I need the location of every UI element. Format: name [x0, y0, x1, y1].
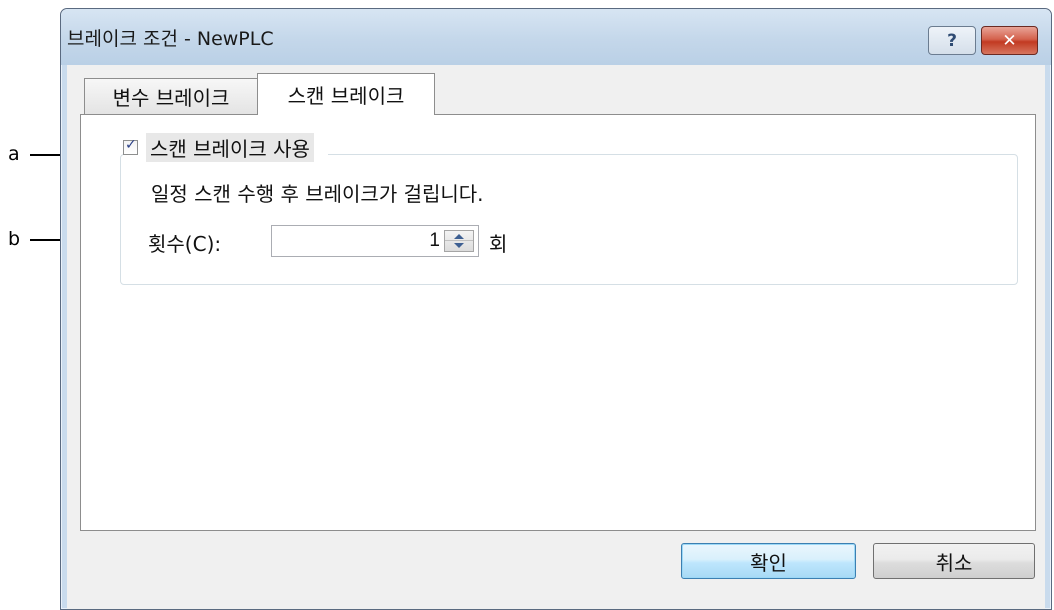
help-icon: ? — [947, 30, 957, 51]
count-stepper[interactable]: 1 — [271, 225, 479, 257]
count-spin-buttons[interactable] — [444, 230, 474, 252]
help-button[interactable]: ? — [928, 26, 976, 55]
count-unit: 회 — [489, 232, 508, 256]
annotation-a: a — [8, 143, 20, 165]
use-scan-break-checkbox[interactable] — [123, 137, 138, 155]
spin-down-icon[interactable] — [445, 241, 473, 251]
tab-scan-break[interactable]: 스캔 브레이크 — [257, 73, 435, 115]
cancel-button-label: 취소 — [935, 550, 973, 575]
ok-button[interactable]: 확인 — [681, 543, 856, 579]
use-scan-break-label[interactable]: 스캔 브레이크 사용 — [146, 132, 314, 162]
annotation-b: b — [8, 228, 21, 250]
title-bar[interactable]: 브레이크 조건 - NewPLC ? ✕ — [61, 9, 1051, 65]
dialog-client-area: 변수 브레이크 스캔 브레이크 스캔 브레이크 사용 일정 스캔 수행 후 브레… — [67, 65, 1045, 609]
count-label: 횟수(C): — [148, 232, 222, 256]
break-condition-dialog: 브레이크 조건 - NewPLC ? ✕ 변수 브레이크 스캔 브레이크 스캔 … — [60, 8, 1052, 610]
close-button[interactable]: ✕ — [981, 26, 1038, 55]
scan-break-group — [120, 154, 1018, 285]
ok-button-label: 확인 — [750, 550, 787, 575]
tab-variable-break[interactable]: 변수 브레이크 — [84, 78, 258, 114]
scan-break-description: 일정 스캔 수행 후 브레이크가 걸립니다. — [151, 182, 484, 206]
count-value[interactable]: 1 — [429, 230, 440, 252]
cancel-button[interactable]: 취소 — [873, 543, 1035, 579]
window-title: 브레이크 조건 - NewPLC — [67, 28, 274, 50]
close-icon: ✕ — [1002, 30, 1017, 51]
tab-scan-break-label: 스캔 브레이크 — [287, 84, 405, 108]
spin-up-icon[interactable] — [445, 231, 473, 241]
use-scan-break-checkbox-row[interactable]: 스캔 브레이크 사용 — [123, 132, 328, 162]
scan-break-panel: 스캔 브레이크 사용 일정 스캔 수행 후 브레이크가 걸립니다. 횟수(C):… — [80, 114, 1036, 531]
tab-variable-break-label: 변수 브레이크 — [112, 86, 230, 110]
